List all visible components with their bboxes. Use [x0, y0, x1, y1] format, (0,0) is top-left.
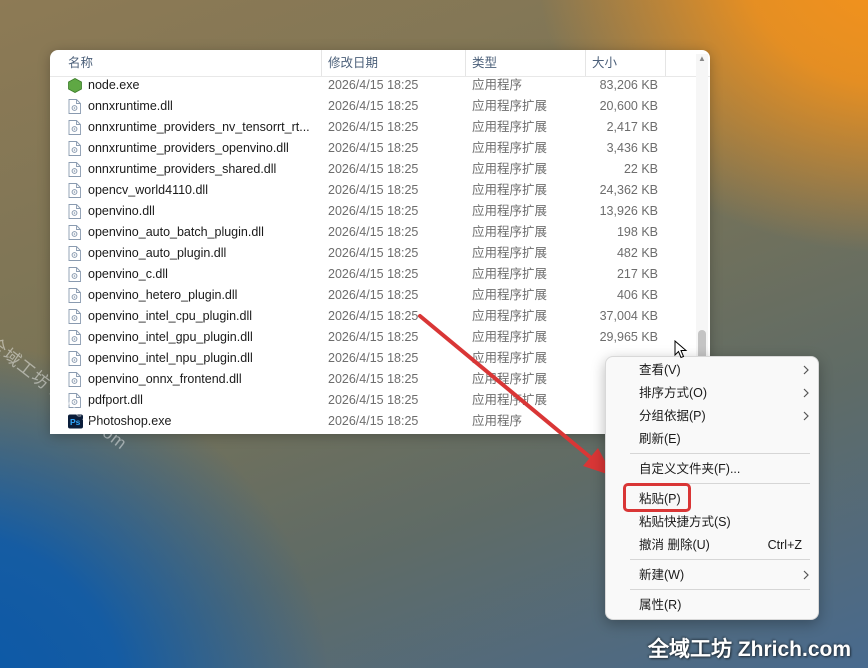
mouse-cursor-icon — [674, 340, 688, 359]
menu-item-label: 撤消 删除(U) — [639, 538, 710, 552]
context-menu-item[interactable]: 刷新(E) — [606, 428, 818, 450]
menu-item-label: 排序方式(O) — [639, 386, 708, 400]
context-menu-item[interactable]: 粘贴快捷方式(S) — [606, 511, 818, 533]
menu-item-label: 粘贴快捷方式(S) — [639, 515, 731, 529]
chevron-right-icon — [802, 564, 810, 593]
context-menu-item[interactable]: 排序方式(O) — [606, 382, 818, 404]
menu-separator — [630, 589, 810, 590]
context-menu-item[interactable]: 属性(R) — [606, 594, 818, 616]
menu-item-label: 属性(R) — [639, 598, 682, 612]
paste-highlight-box — [623, 483, 691, 512]
menu-item-label: 刷新(E) — [639, 432, 681, 446]
watermark-bottom: 全域工坊 Zhrich.com — [648, 638, 852, 661]
menu-separator — [630, 559, 810, 560]
context-menu-item[interactable]: 新建(W) — [606, 564, 818, 586]
menu-separator — [630, 453, 810, 454]
menu-item-label: 自定义文件夹(F)... — [639, 462, 741, 476]
context-menu-item[interactable]: 分组依据(P) — [606, 405, 818, 427]
menu-item-label: 查看(V) — [639, 363, 681, 377]
context-menu-item[interactable]: 自定义文件夹(F)... — [606, 458, 818, 480]
context-menu-item[interactable]: 查看(V) — [606, 359, 818, 381]
context-menu-item[interactable]: 撤消 删除(U) Ctrl+Z — [606, 534, 818, 556]
desktop-background: 名称 修改日期 类型 大小 ^ node.exe 2026/4/15 18:25 应… — [0, 0, 868, 668]
menu-item-label: 分组依据(P) — [639, 409, 706, 423]
menu-item-label: 新建(W) — [639, 568, 685, 582]
menu-item-shortcut: Ctrl+Z — [767, 538, 802, 552]
